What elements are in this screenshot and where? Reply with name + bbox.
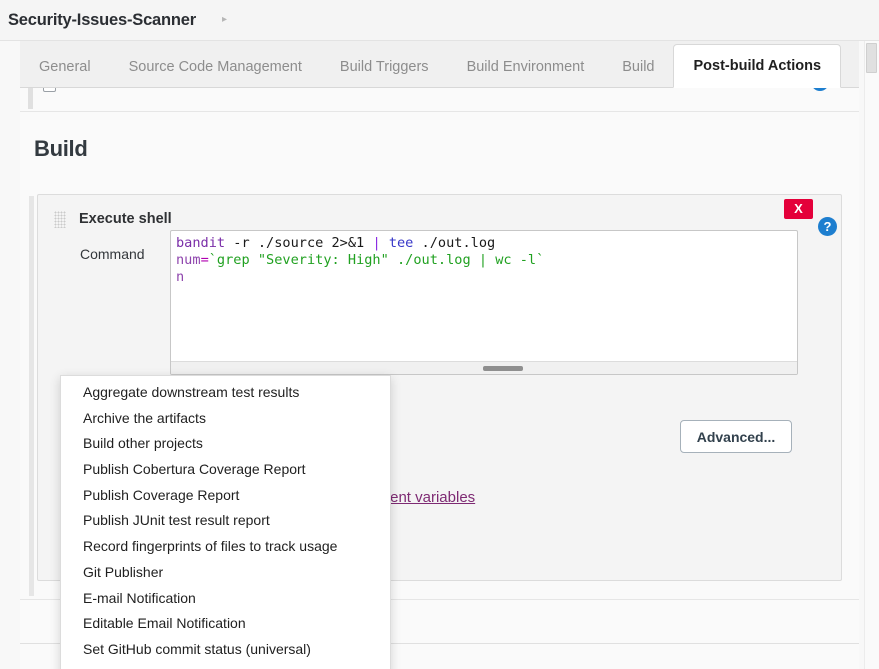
post-build-action-dropdown[interactable]: Aggregate downstream test results Archiv… [60,375,391,669]
config-content: With Ant ? Build Execute shell X ? Comma… [20,88,859,669]
page-scrollbar-thumb[interactable] [866,43,877,73]
delete-step-button[interactable]: X [784,199,813,219]
help-icon[interactable]: ? [811,88,829,91]
menu-item-archive-the-artifacts[interactable]: Archive the artifacts [61,406,390,432]
command-token: bandit [176,235,226,251]
tab-source-code-management[interactable]: Source Code Management [110,47,321,87]
execute-shell-title: Execute shell [79,211,172,227]
tab-build-environment[interactable]: Build Environment [448,47,604,87]
command-token: num [176,252,201,268]
help-icon[interactable]: ? [818,217,837,236]
breadcrumb: Security-Issues-Scanner ▸ [0,0,879,41]
command-horizontal-scrollbar[interactable] [171,361,797,374]
drag-handle-icon[interactable] [54,211,66,228]
tab-general[interactable]: General [20,47,110,87]
with-ant-checkbox[interactable] [43,88,56,92]
command-label: Command [80,246,145,262]
command-line: n [176,269,544,286]
tab-build[interactable]: Build [603,47,673,87]
page-title-build: Build [34,136,88,161]
section-divider-top [20,111,859,112]
command-line: num=`grep "Severity: High" ./out.log | w… [176,252,544,269]
command-token: ./out.log [413,235,496,251]
section-rail [28,88,33,109]
command-line: bandit -r ./source 2>&1 | tee ./out.log [176,235,544,252]
build-block-rail[interactable] [29,196,34,596]
command-token: | [372,235,381,251]
menu-item-publish-coverage-report[interactable]: Publish Coverage Report [61,483,390,509]
menu-item-editable-email-notification[interactable]: Editable Email Notification [61,611,390,637]
command-token: n [176,269,185,285]
tab-build-triggers[interactable]: Build Triggers [321,47,448,87]
menu-item-publish-cobertura-coverage-report[interactable]: Publish Cobertura Coverage Report [61,457,390,483]
command-scrollbar-thumb[interactable] [483,366,523,371]
jenkins-job-config-page: Security-Issues-Scanner ▸ General Source… [0,0,879,669]
menu-item-email-notification[interactable]: E-mail Notification [61,586,390,612]
menu-item-set-build-status-on-github-commit[interactable]: Set build status on GitHub commit [depre… [61,663,390,669]
command-textarea[interactable]: bandit -r ./source 2>&1 | tee ./out.log n… [170,230,798,375]
command-token: -r ./source 2>&1 [225,235,373,251]
command-token: `grep "Severity: High" ./out.log | wc -l… [208,252,545,268]
command-token [381,235,389,251]
menu-item-git-publisher[interactable]: Git Publisher [61,560,390,586]
menu-item-record-fingerprints[interactable]: Record fingerprints of files to track us… [61,534,390,560]
breadcrumb-project-name[interactable]: Security-Issues-Scanner [8,11,196,30]
advanced-button[interactable]: Advanced... [680,420,792,453]
with-ant-row: With Ant ? [20,88,859,109]
menu-item-aggregate-downstream-test-results[interactable]: Aggregate downstream test results [61,380,390,406]
menu-item-set-github-commit-status-universal[interactable]: Set GitHub commit status (universal) [61,637,390,663]
with-ant-label: With Ant [64,88,116,91]
tab-post-build-actions[interactable]: Post-build Actions [673,44,842,88]
breadcrumb-caret-icon[interactable]: ▸ [222,15,227,25]
page-scrollbar[interactable] [864,41,879,669]
command-code: bandit -r ./source 2>&1 | tee ./out.log n… [176,235,544,286]
command-token: tee [388,235,414,251]
config-tabbar: General Source Code Management Build Tri… [20,41,859,88]
command-token: = [200,252,209,268]
menu-item-publish-junit-test-result-report[interactable]: Publish JUnit test result report [61,508,390,534]
menu-item-build-other-projects[interactable]: Build other projects [61,431,390,457]
